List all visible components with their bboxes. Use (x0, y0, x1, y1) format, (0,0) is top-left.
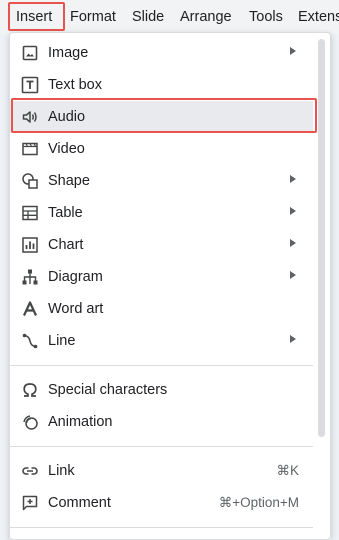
menu-arrange[interactable]: Arrange (180, 9, 232, 26)
menu-separator (10, 527, 313, 528)
menu-item-label: Audio (48, 109, 86, 125)
submenu-arrow-icon (290, 239, 296, 247)
scrollbar-thumb[interactable] (318, 39, 325, 437)
image-icon (21, 44, 39, 62)
menu-item-label: Line (48, 333, 76, 349)
submenu-arrow-icon (290, 271, 296, 279)
menu-item-label: Comment (48, 495, 111, 511)
menu-item-special-characters[interactable]: Special characters (10, 374, 313, 406)
menu-item-table[interactable]: Table (10, 197, 313, 229)
line-icon (21, 332, 39, 350)
menu-item-label: Special characters (48, 382, 168, 398)
menu-item-shape[interactable]: Shape (10, 165, 313, 197)
menu-item-audio[interactable]: Audio (10, 101, 313, 133)
menu-separator (10, 365, 313, 366)
insert-dropdown-menu: Image Text box Audio Video Shape Table C… (9, 32, 331, 540)
menu-item-label: Shape (48, 173, 90, 189)
menu-item-label: Video (48, 141, 85, 157)
link-icon (21, 462, 39, 480)
submenu-arrow-icon (290, 47, 296, 55)
menu-item-text-box[interactable]: Text box (10, 69, 313, 101)
menu-insert[interactable]: Insert (16, 9, 52, 26)
keyboard-shortcut: ⌘K (276, 463, 299, 478)
menu-bar: Insert Format Slide Arrange Tools Extens (0, 0, 339, 34)
menu-item-label: Diagram (48, 269, 103, 285)
menu-item-label: Chart (48, 237, 84, 253)
submenu-arrow-icon (290, 175, 296, 183)
menu-item-image[interactable]: Image (10, 37, 313, 69)
menu-item-video[interactable]: Video (10, 133, 313, 165)
text-box-icon (21, 76, 39, 94)
slide-background-right (331, 34, 339, 540)
video-icon (21, 140, 39, 158)
menu-item-link[interactable]: Link ⌘K (10, 455, 313, 487)
comment-icon (21, 494, 39, 512)
menu-extensions[interactable]: Extens (298, 9, 339, 26)
menu-slide[interactable]: Slide (132, 9, 164, 26)
submenu-arrow-icon (290, 207, 296, 215)
menu-item-diagram[interactable]: Diagram (10, 261, 313, 293)
menu-item-line[interactable]: Line (10, 325, 313, 357)
menu-item-word-art[interactable]: Word art (10, 293, 313, 325)
menu-item-comment[interactable]: Comment ⌘+Option+M (10, 487, 313, 519)
keyboard-shortcut: ⌘+Option+M (218, 495, 299, 510)
omega-icon (21, 381, 39, 399)
menu-tools[interactable]: Tools (249, 9, 283, 26)
shape-icon (21, 172, 39, 190)
slide-background-left (0, 34, 9, 540)
menu-item-label: Table (48, 205, 83, 221)
diagram-icon (21, 268, 39, 286)
audio-icon (21, 108, 39, 126)
menu-item-label: Word art (48, 301, 104, 317)
menu-item-label: Text box (48, 77, 102, 93)
menu-format[interactable]: Format (70, 9, 116, 26)
word-art-icon (21, 300, 39, 318)
menu-separator (10, 446, 313, 447)
animation-icon (21, 413, 39, 431)
chart-icon (21, 236, 39, 254)
menu-item-label: Image (48, 45, 89, 61)
menu-item-animation[interactable]: Animation (10, 406, 313, 438)
menu-item-label: Link (48, 463, 75, 479)
menu-item-label: Animation (48, 414, 113, 430)
table-icon (21, 204, 39, 222)
menu-item-chart[interactable]: Chart (10, 229, 313, 261)
submenu-arrow-icon (290, 335, 296, 343)
